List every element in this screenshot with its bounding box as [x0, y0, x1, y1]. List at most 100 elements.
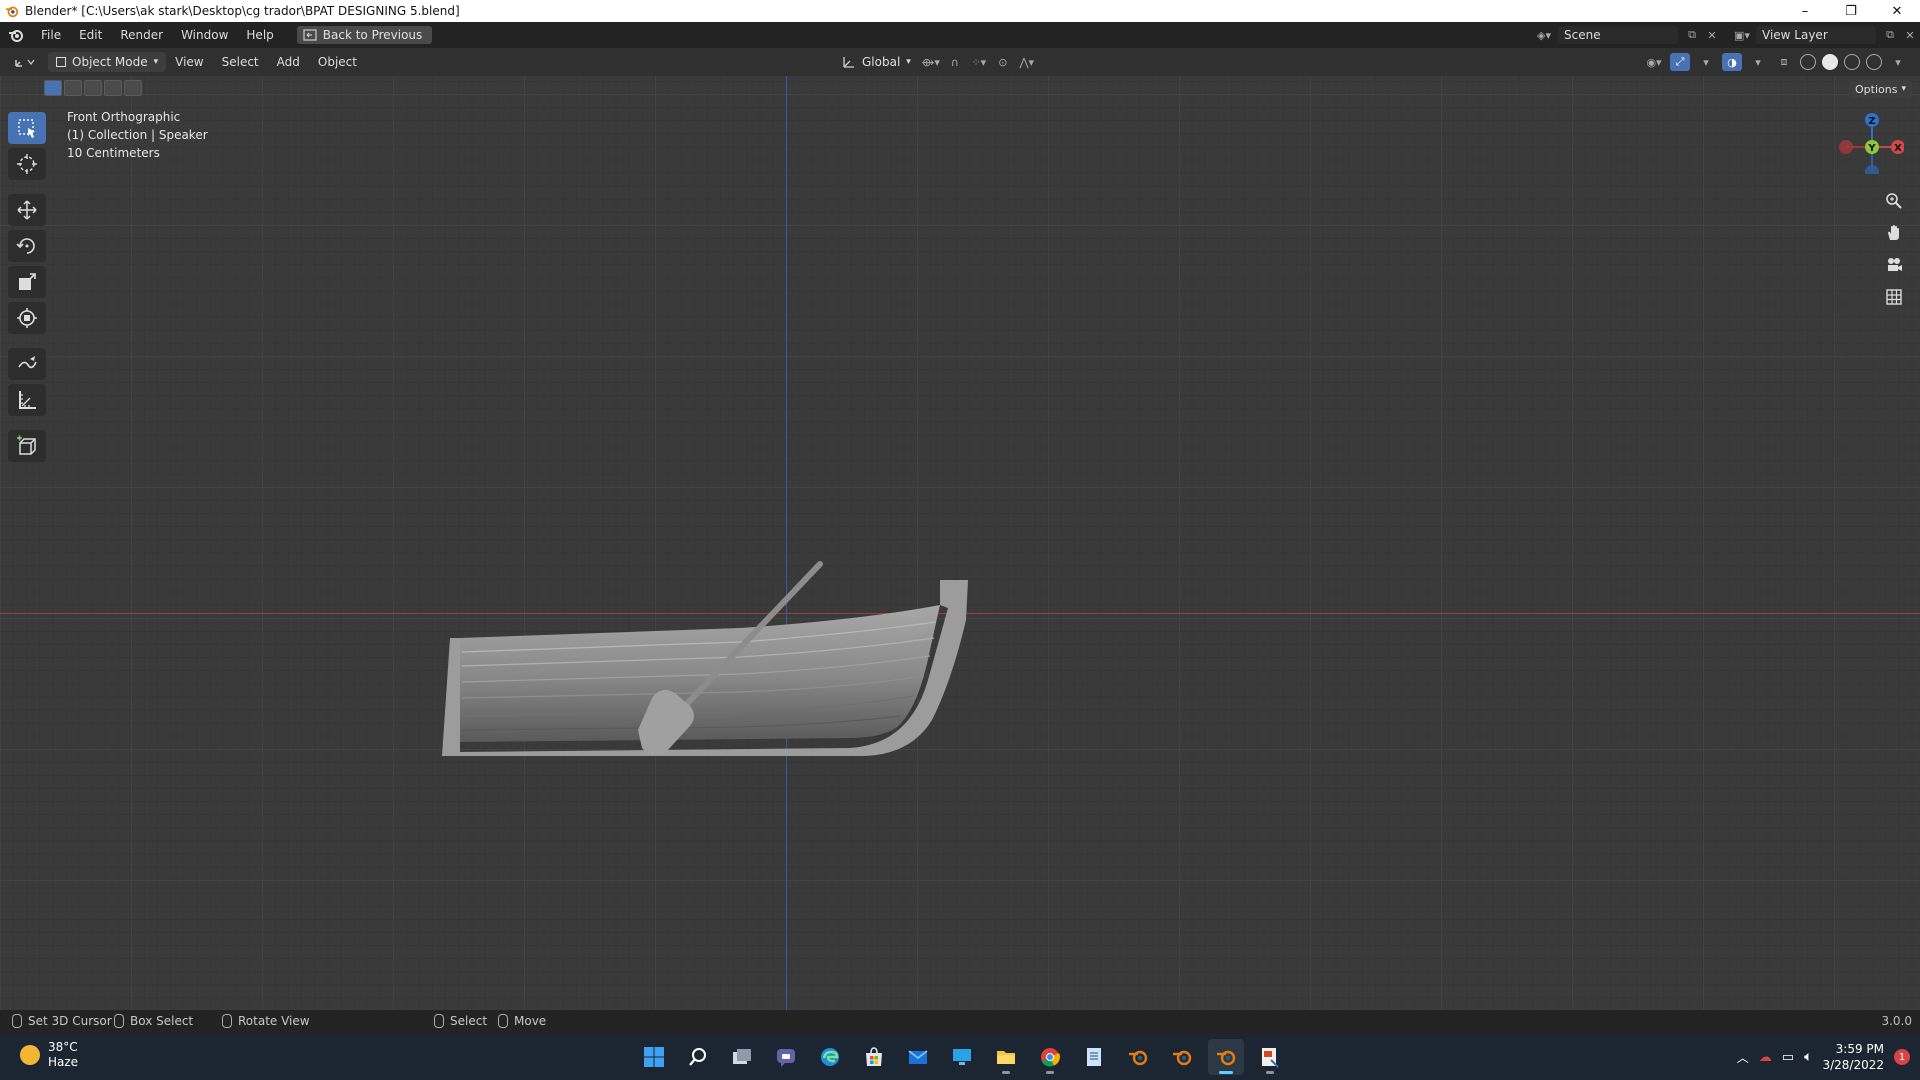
- new-scene-icon[interactable]: ⧉: [1682, 26, 1702, 44]
- chevron-down-icon: ▾: [906, 57, 911, 67]
- pivot-point-icon[interactable]: ⟴▾: [921, 53, 941, 71]
- close-button[interactable]: ✕: [1874, 0, 1920, 22]
- taskbar-search-button[interactable]: [680, 1039, 716, 1075]
- solid-shading-icon[interactable]: [1822, 54, 1838, 70]
- shading-options-icon[interactable]: ▾: [1888, 53, 1908, 71]
- material-preview-shading-icon[interactable]: [1844, 54, 1860, 70]
- transform-tool[interactable]: [8, 302, 46, 334]
- scene-name-field[interactable]: Scene: [1558, 26, 1678, 44]
- select-box-tool[interactable]: [8, 112, 46, 144]
- notification-badge[interactable]: 1: [1894, 1049, 1910, 1065]
- task-view-icon: [733, 1049, 751, 1064]
- overlays-dropdown-icon[interactable]: ▾: [1748, 53, 1768, 71]
- select-subtract-icon[interactable]: [84, 80, 102, 96]
- mail-button[interactable]: [900, 1039, 936, 1075]
- select-intersect-icon[interactable]: [124, 80, 142, 96]
- navigation-gizmo[interactable]: Z X Y: [1832, 102, 1904, 174]
- store-button[interactable]: [856, 1039, 892, 1075]
- zoom-magnifier-icon[interactable]: [1880, 188, 1908, 214]
- proportional-edit-icon[interactable]: ⊙: [993, 53, 1013, 71]
- rendered-shading-icon[interactable]: [1866, 54, 1882, 70]
- viewport-info-overlay: Front Orthographic (1) Collection | Spea…: [67, 108, 208, 162]
- editor-type-dropdown[interactable]: [10, 52, 40, 72]
- scale-tool[interactable]: [8, 266, 46, 298]
- perspective-grid-icon[interactable]: [1880, 284, 1908, 310]
- onedrive-icon[interactable]: ☁: [1759, 1050, 1772, 1065]
- wireframe-shading-icon[interactable]: [1800, 54, 1816, 70]
- viewport-menu-add[interactable]: Add: [268, 55, 309, 69]
- scene-selector-icon[interactable]: ◈▾: [1534, 26, 1554, 44]
- cursor-tool[interactable]: [8, 148, 46, 180]
- xray-toggle-icon[interactable]: ⧈: [1774, 53, 1794, 71]
- menu-file[interactable]: File: [32, 22, 70, 48]
- select-new-icon[interactable]: [44, 80, 62, 96]
- add-cube-tool[interactable]: [8, 430, 46, 462]
- notepad-button[interactable]: [1076, 1039, 1112, 1075]
- blender-menu-icon[interactable]: [0, 22, 32, 48]
- pinned-app-button[interactable]: [1252, 1039, 1288, 1075]
- view-layer-name-field[interactable]: View Layer: [1756, 26, 1876, 44]
- gizmo-x-negative-handle[interactable]: [1839, 140, 1853, 154]
- delete-scene-icon[interactable]: ✕: [1702, 26, 1722, 44]
- volume-speaker-icon[interactable]: 🔈︎: [1804, 1049, 1812, 1065]
- add-cube-icon: [17, 435, 36, 455]
- minimize-button[interactable]: –: [1782, 0, 1828, 22]
- back-screen-icon: [303, 29, 317, 41]
- 3d-viewport[interactable]: Front Orthographic (1) Collection | Spea…: [0, 76, 1920, 1010]
- collection-text: (1) Collection | Speaker: [67, 128, 208, 142]
- menu-edit[interactable]: Edit: [70, 22, 111, 48]
- running-indicator: [1266, 1071, 1274, 1074]
- falloff-curve-icon[interactable]: ⋀▾: [1017, 53, 1037, 71]
- chrome-button[interactable]: [1032, 1039, 1068, 1075]
- select-invert-icon[interactable]: [104, 80, 122, 96]
- visibility-eye-icon[interactable]: ◉▾: [1644, 53, 1664, 71]
- menu-render[interactable]: Render: [111, 22, 172, 48]
- edge-browser-button[interactable]: [812, 1039, 848, 1075]
- boat-model[interactable]: [440, 480, 1110, 760]
- snap-increment-icon[interactable]: ⁘▾: [969, 53, 989, 71]
- teams-chat-button[interactable]: [768, 1039, 804, 1075]
- menu-help[interactable]: Help: [237, 22, 282, 48]
- measure-ruler-icon: [19, 391, 36, 409]
- file-explorer-button[interactable]: [988, 1039, 1024, 1075]
- blender-app-button-3[interactable]: [1208, 1039, 1244, 1075]
- start-button[interactable]: [636, 1039, 672, 1075]
- camera-view-icon[interactable]: [1880, 252, 1908, 278]
- viewport-header: Object Mode ▾ View Select Add Object Glo…: [0, 48, 1920, 76]
- gizmo-dropdown-icon[interactable]: ▾: [1696, 53, 1716, 71]
- view-layer-selector-icon[interactable]: ▣▾: [1732, 26, 1752, 44]
- pan-hand-icon[interactable]: [1880, 220, 1908, 246]
- menu-window[interactable]: Window: [172, 22, 237, 48]
- rotate-icon: [16, 238, 35, 254]
- gizmo-z-negative-handle[interactable]: [1865, 165, 1879, 174]
- annotate-tool[interactable]: [8, 348, 46, 380]
- blender-app-button-1[interactable]: [1120, 1039, 1156, 1075]
- viewport-menu-select[interactable]: Select: [213, 55, 268, 69]
- back-to-previous-button[interactable]: Back to Previous: [296, 26, 433, 44]
- blender-app-button-2[interactable]: [1164, 1039, 1200, 1075]
- overlays-toggle-icon[interactable]: ◑: [1722, 53, 1742, 71]
- select-extend-icon[interactable]: [64, 80, 82, 96]
- delete-view-layer-icon[interactable]: ✕: [1900, 26, 1920, 44]
- viewport-menu-object[interactable]: Object: [309, 55, 366, 69]
- gizmo-toggle-icon[interactable]: ⤢: [1670, 53, 1690, 71]
- object-mode-dropdown[interactable]: Object Mode ▾: [48, 52, 167, 72]
- monitor-app-button[interactable]: [944, 1039, 980, 1075]
- move-tool[interactable]: [8, 194, 46, 226]
- options-dropdown[interactable]: Options ▾: [1849, 80, 1912, 98]
- weather-description: Haze: [48, 1055, 79, 1069]
- rotate-tool[interactable]: [8, 230, 46, 262]
- transform-orientation-dropdown[interactable]: Global ▾: [836, 52, 917, 72]
- move-arrows-icon: [17, 200, 37, 220]
- show-hidden-icons-chevron-icon[interactable]: ︿: [1737, 1049, 1749, 1066]
- viewport-menu-view[interactable]: View: [166, 55, 212, 69]
- snap-toggle-icon[interactable]: ∩: [945, 53, 965, 71]
- measure-tool[interactable]: [8, 384, 46, 416]
- hint-set-3d-cursor: Set 3D Cursor: [12, 1014, 112, 1028]
- maximize-button[interactable]: ❐: [1828, 0, 1874, 22]
- taskbar-clock[interactable]: 3:59 PM 3/28/2022: [1822, 1041, 1884, 1073]
- new-view-layer-icon[interactable]: ⧉: [1880, 26, 1900, 44]
- weather-widget[interactable]: 38°C Haze: [20, 1040, 78, 1070]
- task-view-button[interactable]: [724, 1039, 760, 1075]
- network-icon[interactable]: ▭: [1782, 1050, 1794, 1065]
